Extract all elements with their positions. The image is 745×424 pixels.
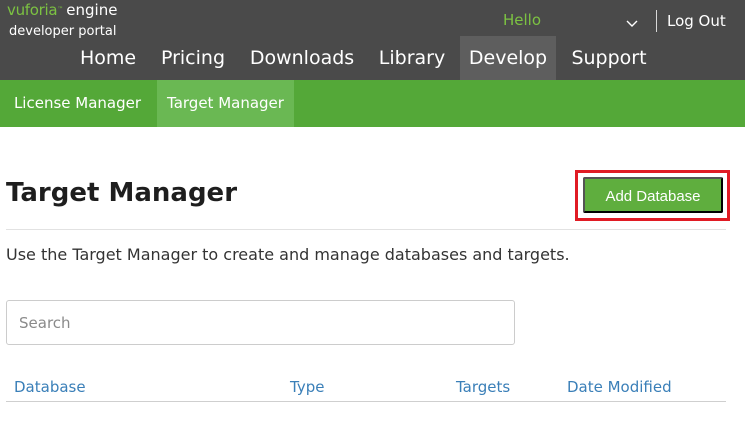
table-header-divider (6, 401, 726, 402)
search-input[interactable] (6, 300, 515, 345)
nav-develop[interactable]: Develop (460, 36, 556, 80)
column-header-type[interactable]: Type (290, 378, 324, 396)
nav-home[interactable]: Home (72, 36, 144, 80)
page-title: Target Manager (6, 178, 238, 208)
subnav-license-manager[interactable]: License Manager (0, 80, 155, 127)
page-description: Use the Target Manager to create and man… (6, 245, 570, 264)
logo-wordmark: vuforia™ engine (7, 1, 117, 19)
column-header-targets[interactable]: Targets (456, 378, 510, 396)
top-header: vuforia™ engine developer portal Hello Lo… (0, 0, 745, 80)
add-database-button[interactable]: Add Database (583, 177, 723, 213)
nav-support[interactable]: Support (563, 36, 655, 80)
nav-downloads[interactable]: Downloads (242, 36, 362, 80)
logo-trademark: ™ (57, 6, 64, 13)
title-divider (6, 229, 726, 230)
column-header-database[interactable]: Database (14, 378, 86, 396)
chevron-down-icon[interactable] (625, 14, 639, 27)
user-greeting[interactable]: Hello (503, 11, 541, 29)
header-divider (656, 10, 657, 32)
nav-library[interactable]: Library (372, 36, 452, 80)
logo-brand: vuforia (7, 1, 58, 19)
sub-navigation: License Manager Target Manager (0, 80, 745, 127)
logo-product: engine (66, 1, 118, 19)
nav-pricing[interactable]: Pricing (154, 36, 232, 80)
logout-link[interactable]: Log Out (667, 12, 726, 30)
column-header-date-modified[interactable]: Date Modified (567, 378, 672, 396)
subnav-target-manager[interactable]: Target Manager (157, 80, 294, 127)
